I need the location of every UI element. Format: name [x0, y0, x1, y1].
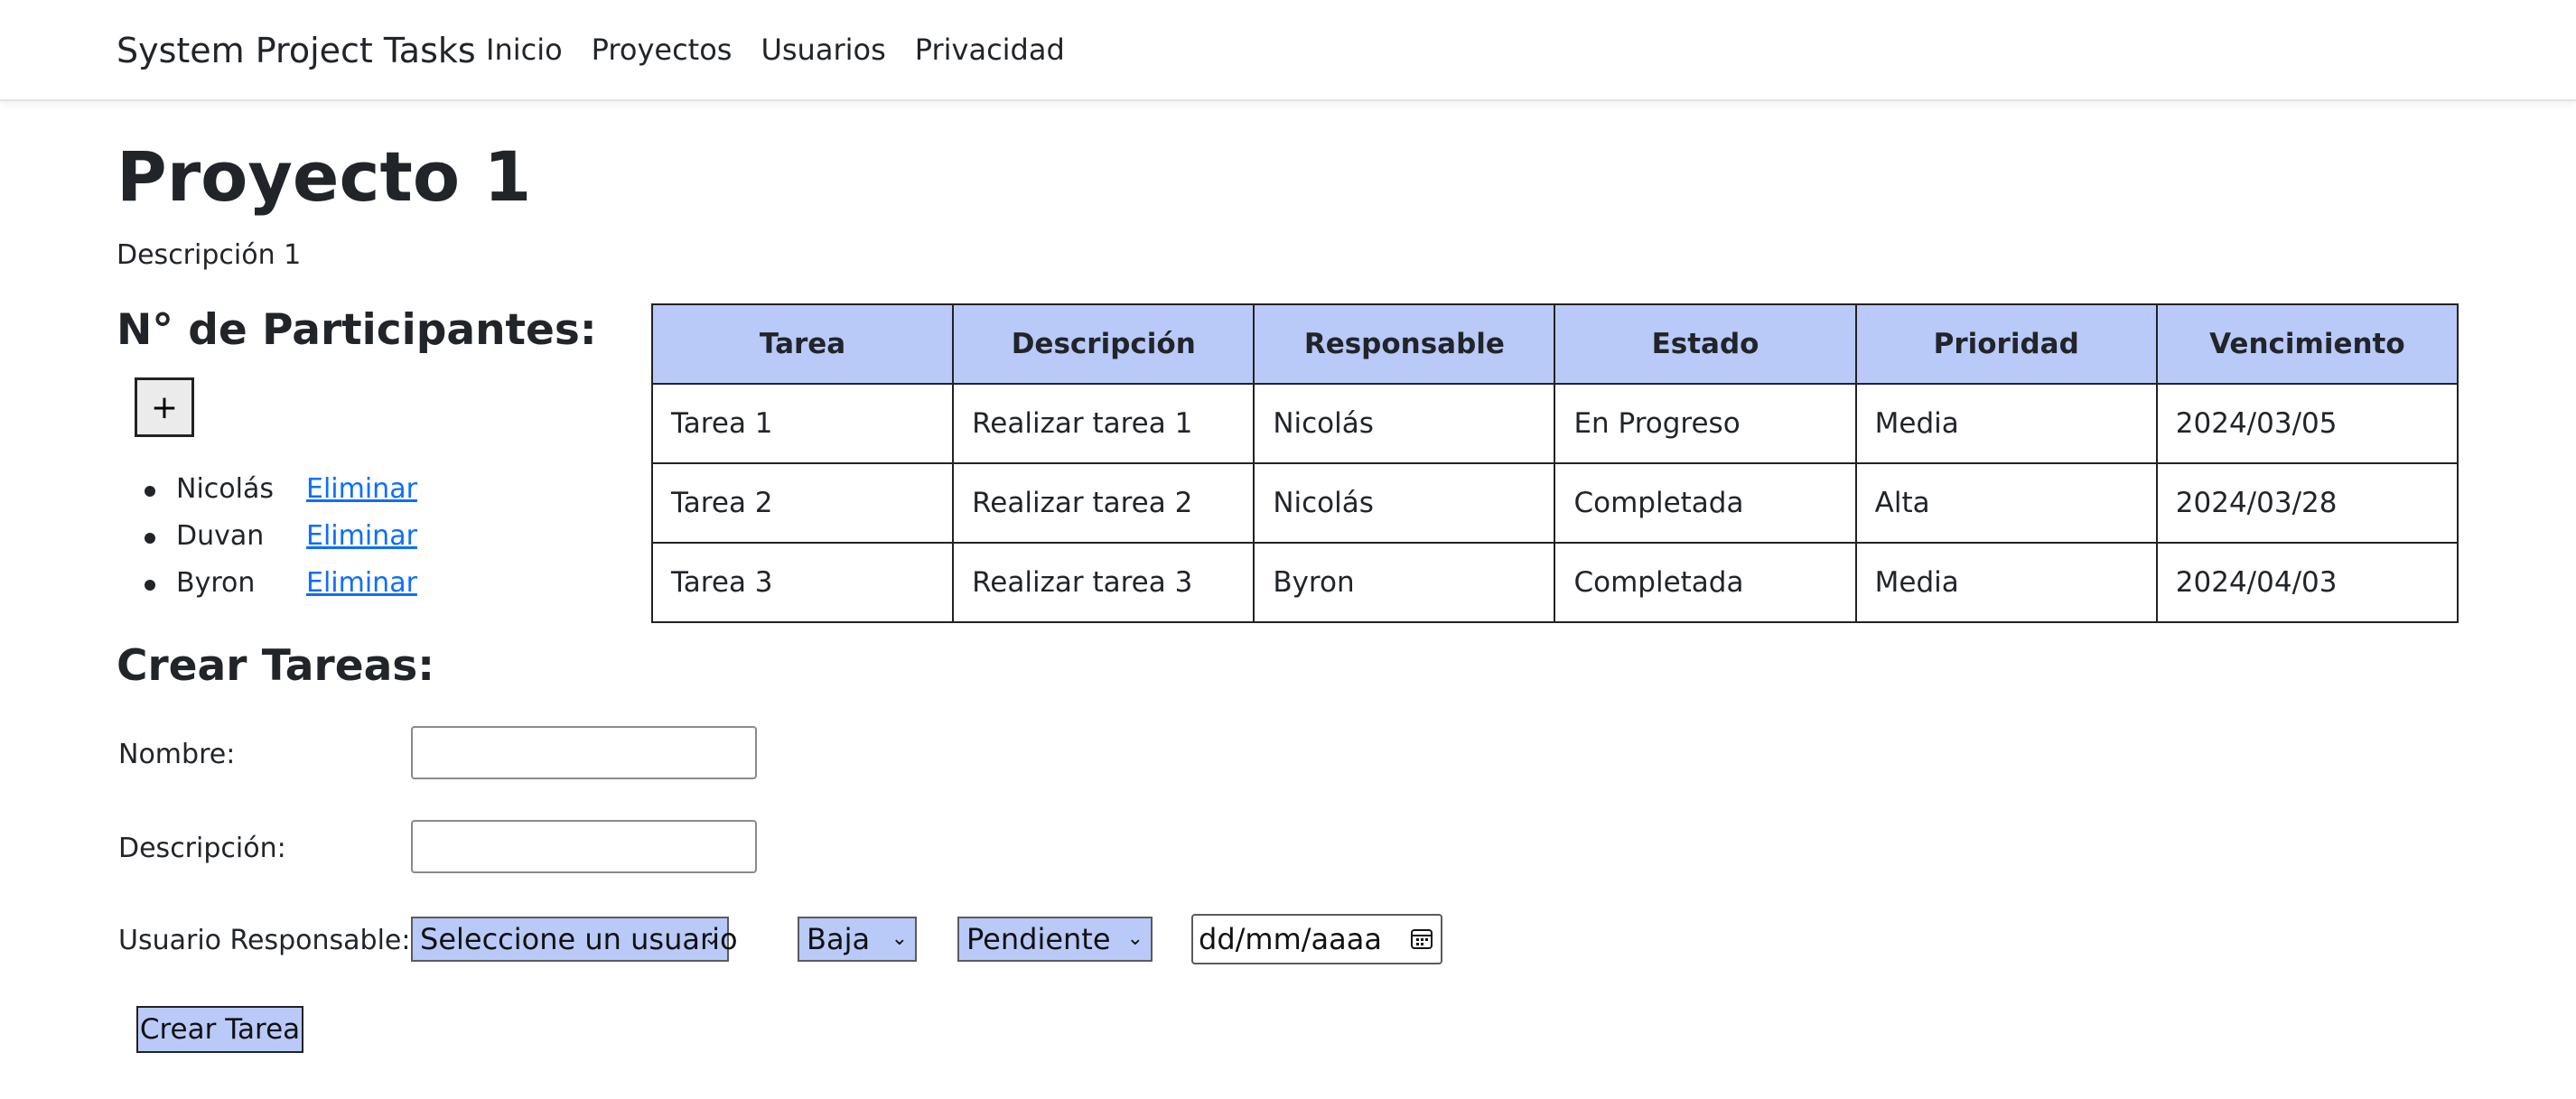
remove-participant-link[interactable]: Eliminar	[306, 473, 417, 505]
task-due-cell: 2024/03/05	[2155, 383, 2459, 464]
table-row: Tarea 1 Realizar tarea 1 Nicolás En Prog…	[650, 383, 2459, 464]
nav-links: Inicio Proyectos Usuarios Privacidad	[486, 33, 1065, 67]
bullet-icon	[145, 580, 155, 591]
nav-link-inicio[interactable]: Inicio	[486, 33, 563, 67]
task-name-input[interactable]	[411, 726, 757, 779]
chevron-down-icon: ⌄	[703, 927, 720, 950]
remove-participant-link[interactable]: Eliminar	[306, 520, 417, 552]
task-status-cell: En Progreso	[1554, 383, 1857, 464]
tasks-table: Tarea Descripción Responsable Estado Pri…	[650, 303, 2459, 623]
table-header-row: Tarea Descripción Responsable Estado Pri…	[650, 303, 2459, 385]
participant-name: Byron	[176, 567, 256, 599]
create-tasks-heading: Crear Tareas:	[117, 641, 435, 691]
task-priority-cell: Media	[1854, 542, 2158, 623]
bullet-icon	[145, 486, 155, 497]
project-description: Descripción 1	[117, 239, 302, 271]
table-row: Tarea 3 Realizar tarea 3 Byron Completad…	[650, 542, 2459, 623]
responsible-user-select-value: Seleccione un usuario	[420, 922, 738, 956]
remove-participant-link[interactable]: Eliminar	[306, 567, 417, 599]
status-select[interactable]: Pendiente ⌄	[957, 917, 1153, 962]
top-navbar: System Project Tasks Inicio Proyectos Us…	[0, 0, 2576, 101]
responsible-user-label: Usuario Responsable:	[118, 925, 411, 956]
chevron-down-icon: ⌄	[891, 927, 908, 950]
task-owner-cell: Nicolás	[1253, 462, 1556, 544]
priority-select-value: Baja	[807, 922, 871, 956]
priority-select[interactable]: Baja ⌄	[798, 917, 917, 962]
bullet-icon	[145, 533, 155, 544]
status-select-value: Pendiente	[966, 922, 1111, 956]
nav-link-usuarios[interactable]: Usuarios	[761, 33, 885, 67]
column-header-vencimiento: Vencimiento	[2155, 303, 2459, 385]
due-date-placeholder: dd/mm/aaaa	[1199, 922, 1382, 956]
task-name-cell: Tarea 2	[650, 462, 955, 544]
column-header-descripcion: Descripción	[952, 303, 1255, 385]
task-due-cell: 2024/04/03	[2155, 542, 2459, 623]
task-priority-cell: Alta	[1854, 462, 2158, 544]
add-participant-button[interactable]: +	[135, 377, 194, 437]
task-owner-cell: Nicolás	[1253, 383, 1556, 464]
nav-link-proyectos[interactable]: Proyectos	[592, 33, 733, 67]
participants-heading: N° de Participantes:	[117, 305, 597, 355]
column-header-responsable: Responsable	[1253, 303, 1556, 385]
column-header-estado: Estado	[1554, 303, 1857, 385]
task-description-input[interactable]	[411, 820, 757, 873]
app-brand[interactable]: System Project Tasks	[117, 31, 476, 70]
task-description-cell: Realizar tarea 2	[952, 462, 1255, 544]
create-task-button[interactable]: Crear Tarea	[136, 1006, 303, 1053]
task-owner-cell: Byron	[1253, 542, 1556, 623]
description-label: Descripción:	[118, 833, 286, 864]
name-label: Nombre:	[118, 739, 236, 770]
task-name-cell: Tarea 3	[650, 542, 955, 623]
task-status-cell: Completada	[1554, 542, 1857, 623]
due-date-input[interactable]: dd/mm/aaaa	[1191, 914, 1442, 964]
task-status-cell: Completada	[1554, 462, 1857, 544]
column-header-tarea: Tarea	[650, 303, 955, 385]
participant-name: Duvan	[176, 520, 265, 552]
column-header-prioridad: Prioridad	[1854, 303, 2158, 385]
participant-name: Nicolás	[176, 473, 274, 505]
task-name-cell: Tarea 1	[650, 383, 955, 464]
task-description-cell: Realizar tarea 1	[952, 383, 1255, 464]
page-title: Proyecto 1	[117, 136, 532, 217]
task-priority-cell: Media	[1854, 383, 2158, 464]
task-due-cell: 2024/03/28	[2155, 462, 2459, 544]
chevron-down-icon: ⌄	[1126, 927, 1143, 950]
responsible-user-select[interactable]: Seleccione un usuario ⌄	[411, 917, 738, 962]
nav-link-privacidad[interactable]: Privacidad	[915, 33, 1065, 67]
table-row: Tarea 2 Realizar tarea 2 Nicolás Complet…	[650, 462, 2459, 544]
task-description-cell: Realizar tarea 3	[952, 542, 1255, 623]
calendar-icon[interactable]	[1410, 927, 1433, 950]
